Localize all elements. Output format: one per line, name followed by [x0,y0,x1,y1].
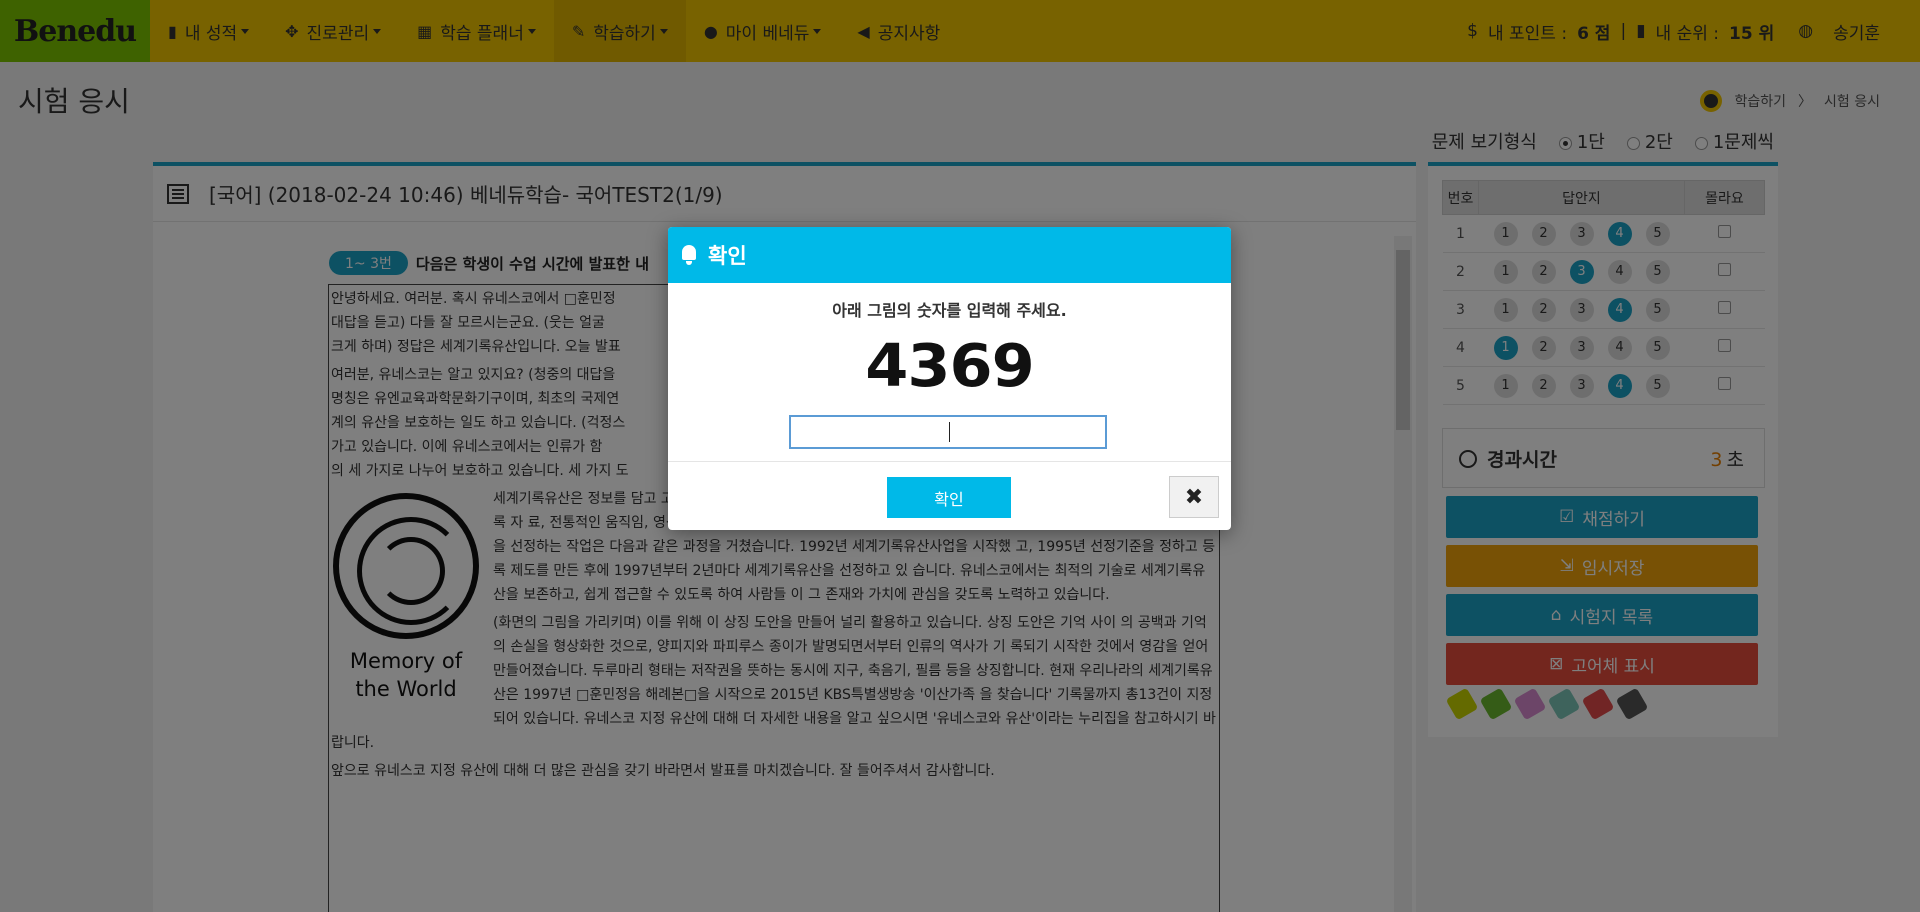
bell-icon [680,245,698,265]
captcha-modal: 확인 아래 그림의 숫자를 입력해 주세요. 4369 확인 ✖ [668,227,1231,530]
modal-body: 아래 그림의 숫자를 입력해 주세요. 4369 [668,283,1231,400]
captcha-prompt: 아래 그림의 숫자를 입력해 주세요. [832,301,1067,320]
modal-footer: 확인 ✖ [668,461,1231,530]
captcha-image: 4369 [865,330,1035,401]
modal-title: 확인 [708,244,747,268]
confirm-button[interactable]: 확인 [887,477,1011,518]
modal-header: 확인 [668,227,1231,283]
captcha-input[interactable] [789,415,1107,449]
text-cursor [949,422,950,442]
close-icon[interactable]: ✖ [1169,476,1219,518]
